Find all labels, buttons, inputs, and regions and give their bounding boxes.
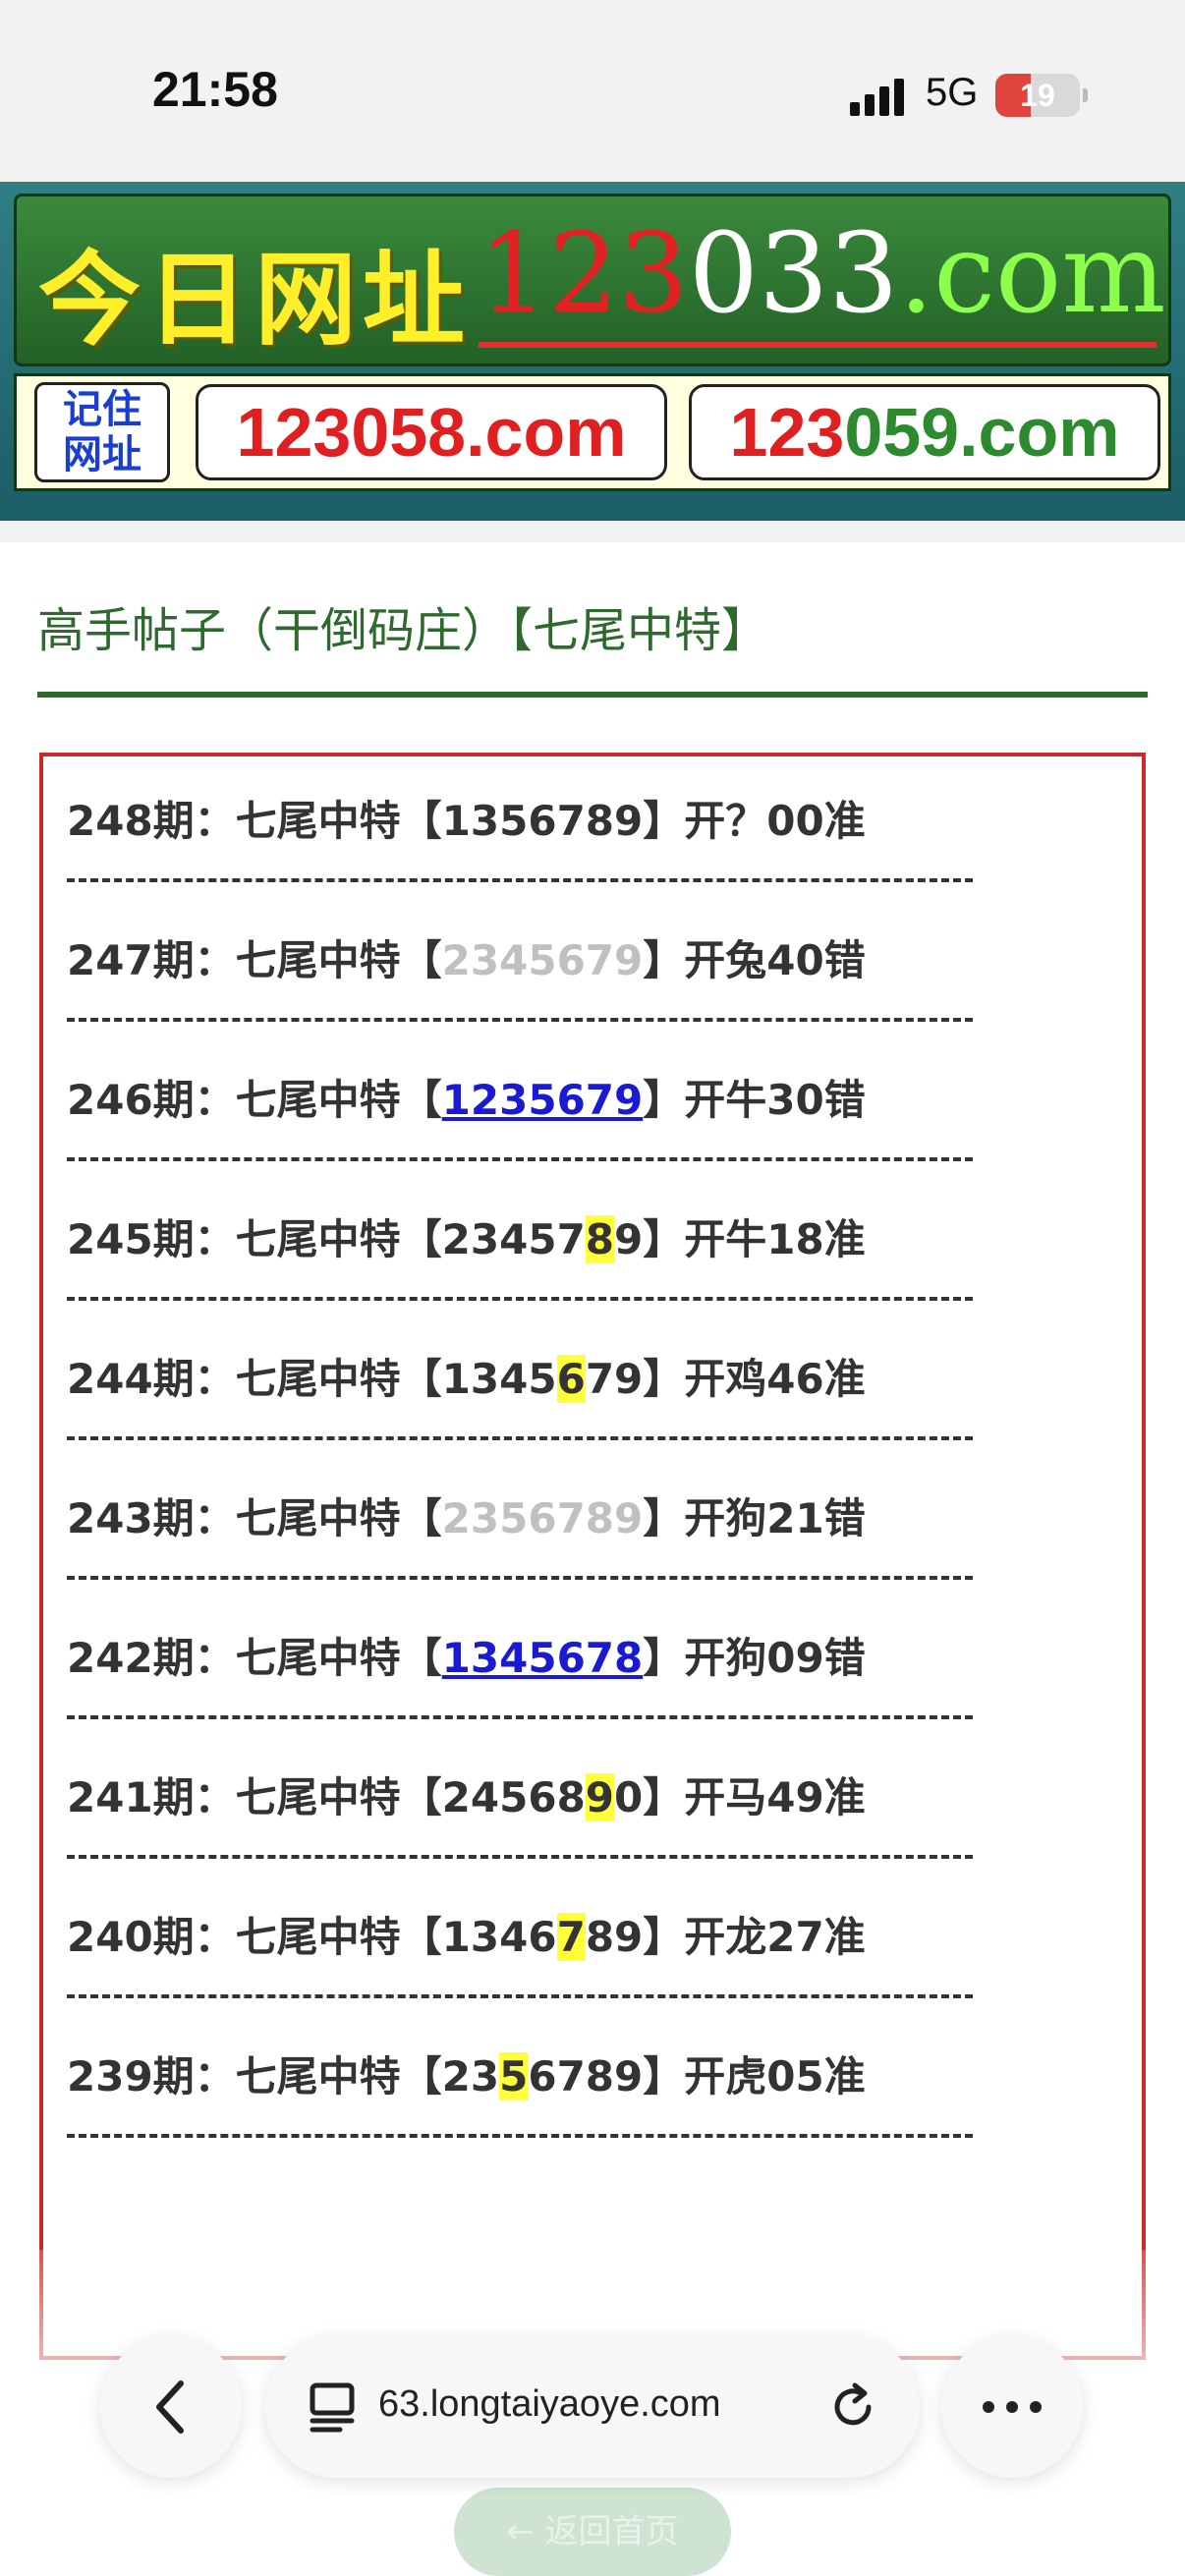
separator bbox=[67, 2134, 973, 2138]
banner-title: 今日网址 bbox=[38, 240, 472, 360]
entry-row: 243期：七尾中特【2356789】开狗21错 bbox=[67, 1485, 866, 1545]
entry-row: 247期：七尾中特【2345679】开兔40错 bbox=[67, 927, 866, 987]
entry-period: 242期：七尾中特【 bbox=[67, 1634, 442, 1682]
domain-link-2[interactable]: 123058.com bbox=[196, 384, 667, 480]
entry-period: 239期：七尾中特【 bbox=[67, 2052, 442, 2100]
banner-main-domain[interactable]: 123033.com bbox=[479, 210, 1166, 338]
entry-hit-digit: 8 bbox=[585, 1215, 615, 1263]
entry-period: 243期：七尾中特【 bbox=[67, 1494, 442, 1542]
status-time: 21:58 bbox=[152, 62, 278, 117]
entry-hit-digit: 7 bbox=[556, 1913, 586, 1961]
entry-numbers-post: 89 bbox=[585, 1913, 644, 1961]
back-icon bbox=[156, 2380, 184, 2434]
entry-numbers-pre: 24568 bbox=[441, 1773, 586, 1821]
entry-numbers-pre: 23 bbox=[441, 2052, 500, 2100]
battery-icon: 19 bbox=[995, 74, 1088, 117]
remember-line1: 记住 bbox=[63, 387, 141, 432]
back-home-button[interactable]: ← 返回首页 bbox=[454, 2488, 731, 2576]
entry-result: 】开牛30错 bbox=[643, 1076, 866, 1124]
entry-row: 240期：七尾中特【1346789】开龙27准 bbox=[67, 1904, 866, 1964]
entry-period: 248期：七尾中特【 bbox=[67, 797, 442, 845]
domain-part-red: 123 bbox=[479, 210, 689, 338]
entry-result: 】开狗21错 bbox=[643, 1494, 866, 1542]
separator bbox=[67, 1855, 973, 1859]
entry-numbers-pre: 1345 bbox=[441, 1355, 557, 1403]
entry-row: 241期：七尾中特【2456890】开马49准 bbox=[67, 1764, 866, 1824]
entry-numbers: 2345679 bbox=[441, 936, 644, 984]
entry-result: 】开虎05准 bbox=[643, 2052, 866, 2100]
entry-numbers-pre: 23457 bbox=[441, 1215, 586, 1263]
separator bbox=[67, 878, 973, 882]
entry-row: 245期：七尾中特【2345789】开牛18准 bbox=[67, 1206, 866, 1266]
network-type: 5G bbox=[926, 71, 979, 114]
entry-result: 】开牛18准 bbox=[643, 1215, 866, 1263]
entry-row: 239期：七尾中特【2356789】开虎05准 bbox=[67, 2044, 866, 2103]
entry-numbers-pre: 1346 bbox=[441, 1913, 557, 1961]
entries-box: 248期：七尾中特【1356789】开？00准 247期：七尾中特【234567… bbox=[39, 753, 1146, 2360]
entry-numbers: 1356789 bbox=[441, 797, 644, 845]
entry-row: 244期：七尾中特【1345679】开鸡46准 bbox=[67, 1346, 866, 1406]
banner-bottom: 记住 网址 123058.com 123059.com bbox=[14, 373, 1171, 491]
entry-period: 241期：七尾中特【 bbox=[67, 1773, 442, 1821]
separator bbox=[67, 1018, 973, 1022]
back-button[interactable] bbox=[100, 2336, 242, 2478]
separator bbox=[67, 1436, 973, 1440]
tabs-icon[interactable] bbox=[307, 2380, 358, 2435]
url-text[interactable]: 63.longtaiyaoye.com bbox=[378, 2383, 721, 2426]
status-bar: 21:58 5G 19 bbox=[0, 0, 1185, 182]
entry-result: 】开龙27准 bbox=[643, 1913, 866, 1961]
entry-numbers-link[interactable]: 1235679 bbox=[442, 1076, 644, 1124]
separator bbox=[67, 1297, 973, 1301]
remember-badge: 记住 网址 bbox=[34, 382, 170, 482]
separator bbox=[67, 1715, 973, 1719]
battery-level: 19 bbox=[1020, 78, 1055, 113]
more-button[interactable] bbox=[941, 2336, 1083, 2478]
entry-result: 】开狗09错 bbox=[643, 1634, 866, 1682]
entry-period: 247期：七尾中特【 bbox=[67, 936, 442, 984]
entry-period: 244期：七尾中特【 bbox=[67, 1355, 442, 1403]
address-bar[interactable]: 63.longtaiyaoye.com bbox=[265, 2336, 920, 2478]
domain-part-green: .com bbox=[898, 210, 1166, 338]
entry-hit-digit: 9 bbox=[585, 1773, 615, 1821]
entry-numbers-post: 9 bbox=[614, 1215, 644, 1263]
domain3-red: 123 bbox=[729, 394, 845, 471]
entry-row: 246期：七尾中特【1235679】开牛30错 bbox=[67, 1067, 866, 1127]
domain-part-white: 033 bbox=[688, 210, 899, 338]
remember-line2: 网址 bbox=[63, 432, 141, 477]
entry-numbers-post: 6789 bbox=[528, 2052, 644, 2100]
entry-row: 248期：七尾中特【1356789】开？00准 bbox=[67, 788, 866, 848]
signal-icon bbox=[850, 77, 909, 116]
entry-result: 】开鸡46准 bbox=[643, 1355, 866, 1403]
entry-period: 245期：七尾中特【 bbox=[67, 1215, 442, 1263]
separator bbox=[67, 1994, 973, 1998]
domain-link-3[interactable]: 123059.com bbox=[689, 384, 1160, 480]
entry-period: 246期：七尾中特【 bbox=[67, 1076, 442, 1124]
separator bbox=[67, 1157, 973, 1161]
entry-numbers-post: 0 bbox=[614, 1773, 644, 1821]
entry-period: 240期：七尾中特【 bbox=[67, 1913, 442, 1961]
more-icon bbox=[983, 2401, 1042, 2413]
banner-top[interactable]: 今日网址 123033.com bbox=[14, 194, 1171, 366]
entry-numbers: 2356789 bbox=[441, 1494, 644, 1542]
entry-numbers-link[interactable]: 1345678 bbox=[442, 1634, 644, 1682]
domain2-red: 123 bbox=[236, 394, 352, 471]
entry-hit-digit: 5 bbox=[499, 2052, 529, 2100]
entry-hit-digit: 6 bbox=[556, 1355, 586, 1403]
title-divider bbox=[37, 692, 1148, 698]
reload-icon[interactable] bbox=[825, 2380, 880, 2435]
entry-numbers-post: 79 bbox=[585, 1355, 644, 1403]
entry-result: 】开马49准 bbox=[643, 1773, 866, 1821]
entry-result: 】开？00准 bbox=[643, 797, 866, 845]
site-banner[interactable]: 今日网址 123033.com 记住 网址 123058.com 123059.… bbox=[0, 182, 1185, 521]
entry-result: 】开兔40错 bbox=[643, 936, 866, 984]
entry-row: 242期：七尾中特【1345678】开狗09错 bbox=[67, 1625, 866, 1685]
domain-underline bbox=[479, 342, 1157, 348]
separator bbox=[67, 1576, 973, 1580]
page-title: 高手帖子（干倒码庄）【七尾中特】 bbox=[37, 603, 769, 658]
domain3-rest: 059.com bbox=[844, 394, 1120, 471]
domain2-rest: 058.com bbox=[351, 394, 627, 471]
